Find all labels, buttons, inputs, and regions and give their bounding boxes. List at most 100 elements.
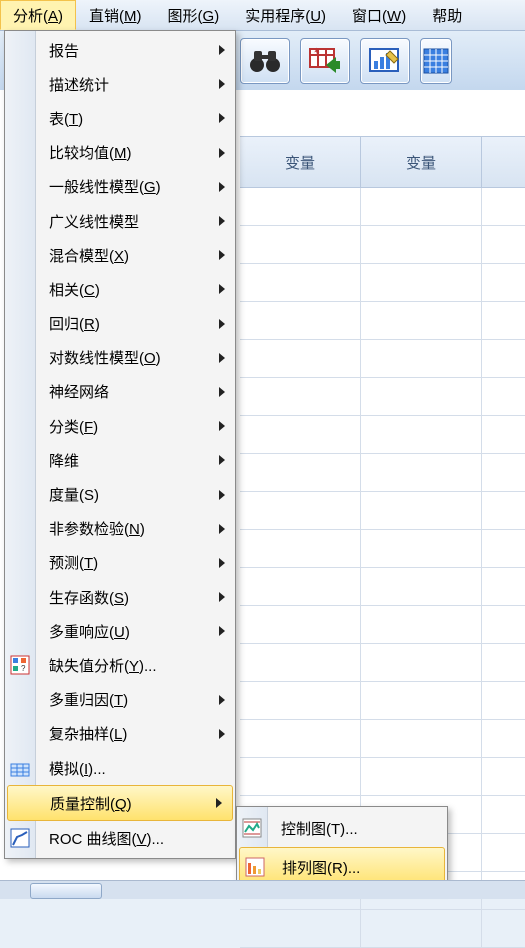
svg-text:?: ?: [21, 664, 26, 673]
menu-item-qc[interactable]: 质量控制(Q): [7, 785, 233, 821]
menu-item-roc[interactable]: ROC 曲线图(V)...: [5, 821, 235, 855]
menu-graphs[interactable]: 图形(G): [155, 0, 233, 30]
submenu-arrow-icon: [219, 319, 225, 329]
column-headers: 变量 变量 变量: [240, 136, 525, 188]
submenu-arrow-icon: [219, 695, 225, 705]
data-grid[interactable]: [240, 188, 525, 899]
menu-item-label: 控制图(T)...: [281, 818, 358, 839]
submenu-arrow-icon: [219, 182, 225, 192]
svg-text:✶: ✶: [313, 47, 321, 56]
menu-item-mva[interactable]: ? 缺失值分析(Y)...: [5, 648, 235, 682]
menu-item-loglin[interactable]: 对数线性模型(O): [5, 341, 235, 375]
submenu-arrow-icon: [219, 79, 225, 89]
menu-item-label: 分类(F): [49, 416, 98, 437]
menu-item-label: 广义线性模型: [49, 211, 139, 232]
menu-item-label: 神经网络: [49, 381, 109, 402]
menu-item-label: 对数线性模型(O): [49, 347, 161, 368]
roc-icon: [10, 828, 30, 848]
submenu-arrow-icon: [219, 45, 225, 55]
submenu-item-control[interactable]: 控制图(T)...: [237, 809, 447, 847]
table-arrow-icon: ✶: [308, 47, 342, 75]
menu-item-classify[interactable]: 分类(F): [5, 409, 235, 443]
menu-analyze[interactable]: 分析(A): [0, 0, 76, 30]
submenu-arrow-icon: [219, 148, 225, 158]
submenu-arrow-icon: [219, 250, 225, 260]
submenu-arrow-icon: [219, 455, 225, 465]
menubar: 分析(A) 直销(M) 图形(G) 实用程序(U) 窗口(W) 帮助: [0, 0, 525, 31]
menu-item-survival[interactable]: 生存函数(S): [5, 580, 235, 614]
quality-control-submenu: 控制图(T)... 排列图(R)...: [236, 806, 448, 890]
submenu-arrow-icon: [219, 353, 225, 363]
column-header[interactable]: 变量: [361, 136, 482, 188]
menu-item-label: 表(T): [49, 108, 83, 129]
chart-edit-icon: [368, 47, 402, 75]
menu-item-forecast[interactable]: 预测(T): [5, 546, 235, 580]
toolbar-grid-button[interactable]: [420, 38, 452, 84]
menu-direct[interactable]: 直销(M): [76, 0, 155, 30]
menu-item-label: 描述统计: [49, 74, 109, 95]
menu-item-compare[interactable]: 比较均值(M): [5, 136, 235, 170]
menu-item-scale[interactable]: 度量(S): [5, 477, 235, 511]
menu-item-label: 复杂抽样(L): [49, 723, 127, 744]
menu-item-multresp[interactable]: 多重响应(U): [5, 614, 235, 648]
menu-item-mi[interactable]: 多重归因(T): [5, 683, 235, 717]
submenu-arrow-icon: [219, 592, 225, 602]
menu-item-label: 多重响应(U): [49, 621, 130, 642]
submenu-arrow-icon: [219, 216, 225, 226]
menu-item-tables[interactable]: 表(T): [5, 101, 235, 135]
column-header[interactable]: 变量: [482, 136, 525, 188]
menu-item-nonpar[interactable]: 非参数检验(N): [5, 512, 235, 546]
toolbar-chart-button[interactable]: [360, 38, 410, 84]
menu-item-label: 质量控制(Q): [50, 793, 132, 814]
submenu-arrow-icon: [219, 558, 225, 568]
scrollbar-thumb[interactable]: [30, 883, 102, 899]
submenu-arrow-icon: [219, 284, 225, 294]
menu-item-glm[interactable]: 一般线性模型(G): [5, 170, 235, 204]
menu-item-label: 混合模型(X): [49, 245, 129, 266]
menu-utilities[interactable]: 实用程序(U): [232, 0, 339, 30]
menu-item-dimred[interactable]: 降维: [5, 443, 235, 477]
menu-item-label: 相关(C): [49, 279, 100, 300]
menu-item-sim[interactable]: 模拟(I)...: [5, 751, 235, 785]
menu-item-label: ROC 曲线图(V)...: [49, 828, 164, 849]
menu-item-label: 非参数检验(N): [49, 518, 145, 539]
menu-item-corr[interactable]: 相关(C): [5, 272, 235, 306]
toolbar-insert-button[interactable]: ✶: [300, 38, 350, 84]
ctrl-icon: [242, 818, 262, 838]
submenu-arrow-icon: [219, 387, 225, 397]
menu-item-reports[interactable]: 报告: [5, 33, 235, 67]
menu-item-mixed[interactable]: 混合模型(X): [5, 238, 235, 272]
submenu-arrow-icon: [216, 798, 222, 808]
menu-item-label: 生存函数(S): [49, 587, 129, 608]
menu-item-label: 预测(T): [49, 552, 98, 573]
menu-item-reg[interactable]: 回归(R): [5, 307, 235, 341]
submenu-arrow-icon: [219, 729, 225, 739]
menu-item-label: 比较均值(M): [49, 142, 132, 163]
mva-icon: ?: [10, 655, 30, 675]
menu-window[interactable]: 窗口(W): [339, 0, 419, 30]
menu-item-complex[interactable]: 复杂抽样(L): [5, 717, 235, 751]
submenu-arrow-icon: [219, 524, 225, 534]
menu-help[interactable]: 帮助: [419, 0, 475, 30]
menu-item-label: 缺失值分析(Y)...: [49, 655, 157, 676]
binoculars-icon: [248, 47, 282, 75]
submenu-arrow-icon: [219, 113, 225, 123]
menu-item-label: 排列图(R)...: [282, 857, 360, 878]
menu-item-gzlm[interactable]: 广义线性模型: [5, 204, 235, 238]
menu-item-label: 一般线性模型(G): [49, 176, 161, 197]
submenu-arrow-icon: [219, 490, 225, 500]
analyze-dropdown: 报告描述统计表(T) 比较均值(M) 一般线性模型(G) 广义线性模型混合模型(X) 相…: [4, 30, 236, 859]
menu-item-label: 度量(S): [49, 484, 99, 505]
sim-icon: [10, 758, 30, 778]
pareto-icon: [245, 857, 265, 877]
column-header[interactable]: 变量: [240, 136, 361, 188]
menu-item-nn[interactable]: 神经网络: [5, 375, 235, 409]
menu-item-descriptives[interactable]: 描述统计: [5, 67, 235, 101]
menu-item-label: 回归(R): [49, 313, 100, 334]
horizontal-scrollbar[interactable]: [0, 880, 525, 899]
toolbar-find-button[interactable]: [240, 38, 290, 84]
menu-item-label: 报告: [49, 40, 79, 61]
menu-item-label: 模拟(I)...: [49, 758, 106, 779]
submenu-arrow-icon: [219, 421, 225, 431]
grid-icon: [423, 48, 449, 74]
